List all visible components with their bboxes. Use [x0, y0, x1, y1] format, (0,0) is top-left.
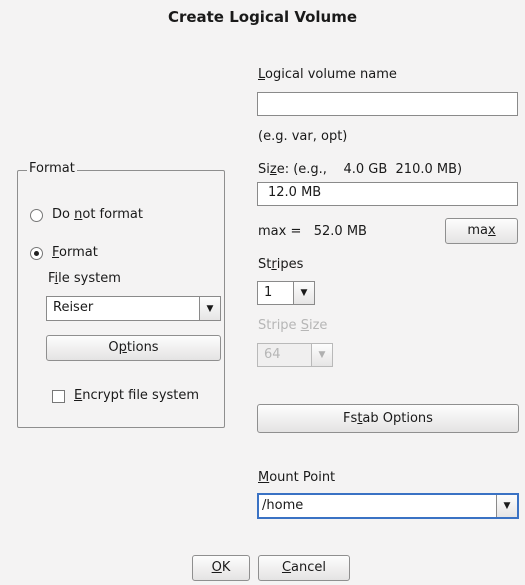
mount-point-combo[interactable]: /home ▼ [257, 493, 519, 519]
format-radio[interactable]: Format [30, 244, 150, 264]
max-size-text: max = 52.0 MB [258, 224, 367, 239]
size-label: Size: (e.g., 4.0 GB 210.0 MB) [258, 162, 463, 177]
options-button[interactable]: Options [46, 335, 221, 361]
chevron-down-icon: ▼ [293, 282, 314, 304]
format-group-title: Format [27, 161, 77, 176]
volume-name-hint: (e.g. var, opt) [258, 129, 348, 144]
volume-name-input[interactable] [257, 92, 518, 116]
format-radio-label: Format [52, 245, 98, 260]
size-input[interactable]: 12.0 MB [257, 182, 518, 206]
filesystem-label: File system [48, 271, 121, 286]
fstab-options-button[interactable]: Fstab Options [257, 404, 519, 433]
stripe-size-select[interactable]: 64 ▼ [257, 343, 333, 367]
do-not-format-label: Do not format [52, 207, 143, 222]
stripes-select[interactable]: 1 ▼ [257, 281, 315, 305]
dialog-title: Create Logical Volume [167, 8, 358, 26]
stripes-label: Stripes [258, 257, 304, 272]
do-not-format-radio[interactable]: Do not format [30, 206, 200, 226]
encrypt-checkbox[interactable]: Encrypt file system [52, 388, 217, 406]
mount-point-label: Mount Point [258, 470, 336, 485]
filesystem-select[interactable]: Reiser ▼ [46, 296, 221, 321]
radio-unselected-icon [30, 209, 43, 222]
encrypt-label: Encrypt file system [74, 388, 200, 403]
stripe-size-label: Stripe Size [258, 318, 328, 333]
radio-selected-icon [30, 247, 43, 260]
ok-button[interactable]: OK [192, 555, 250, 581]
checkbox-unchecked-icon [52, 390, 65, 403]
volume-name-label: Logical volume name [258, 67, 397, 82]
max-button[interactable]: max [445, 218, 518, 244]
chevron-down-icon: ▼ [199, 297, 220, 320]
chevron-down-icon: ▼ [496, 495, 517, 517]
cancel-button[interactable]: Cancel [258, 555, 350, 581]
chevron-down-icon: ▼ [311, 344, 332, 366]
